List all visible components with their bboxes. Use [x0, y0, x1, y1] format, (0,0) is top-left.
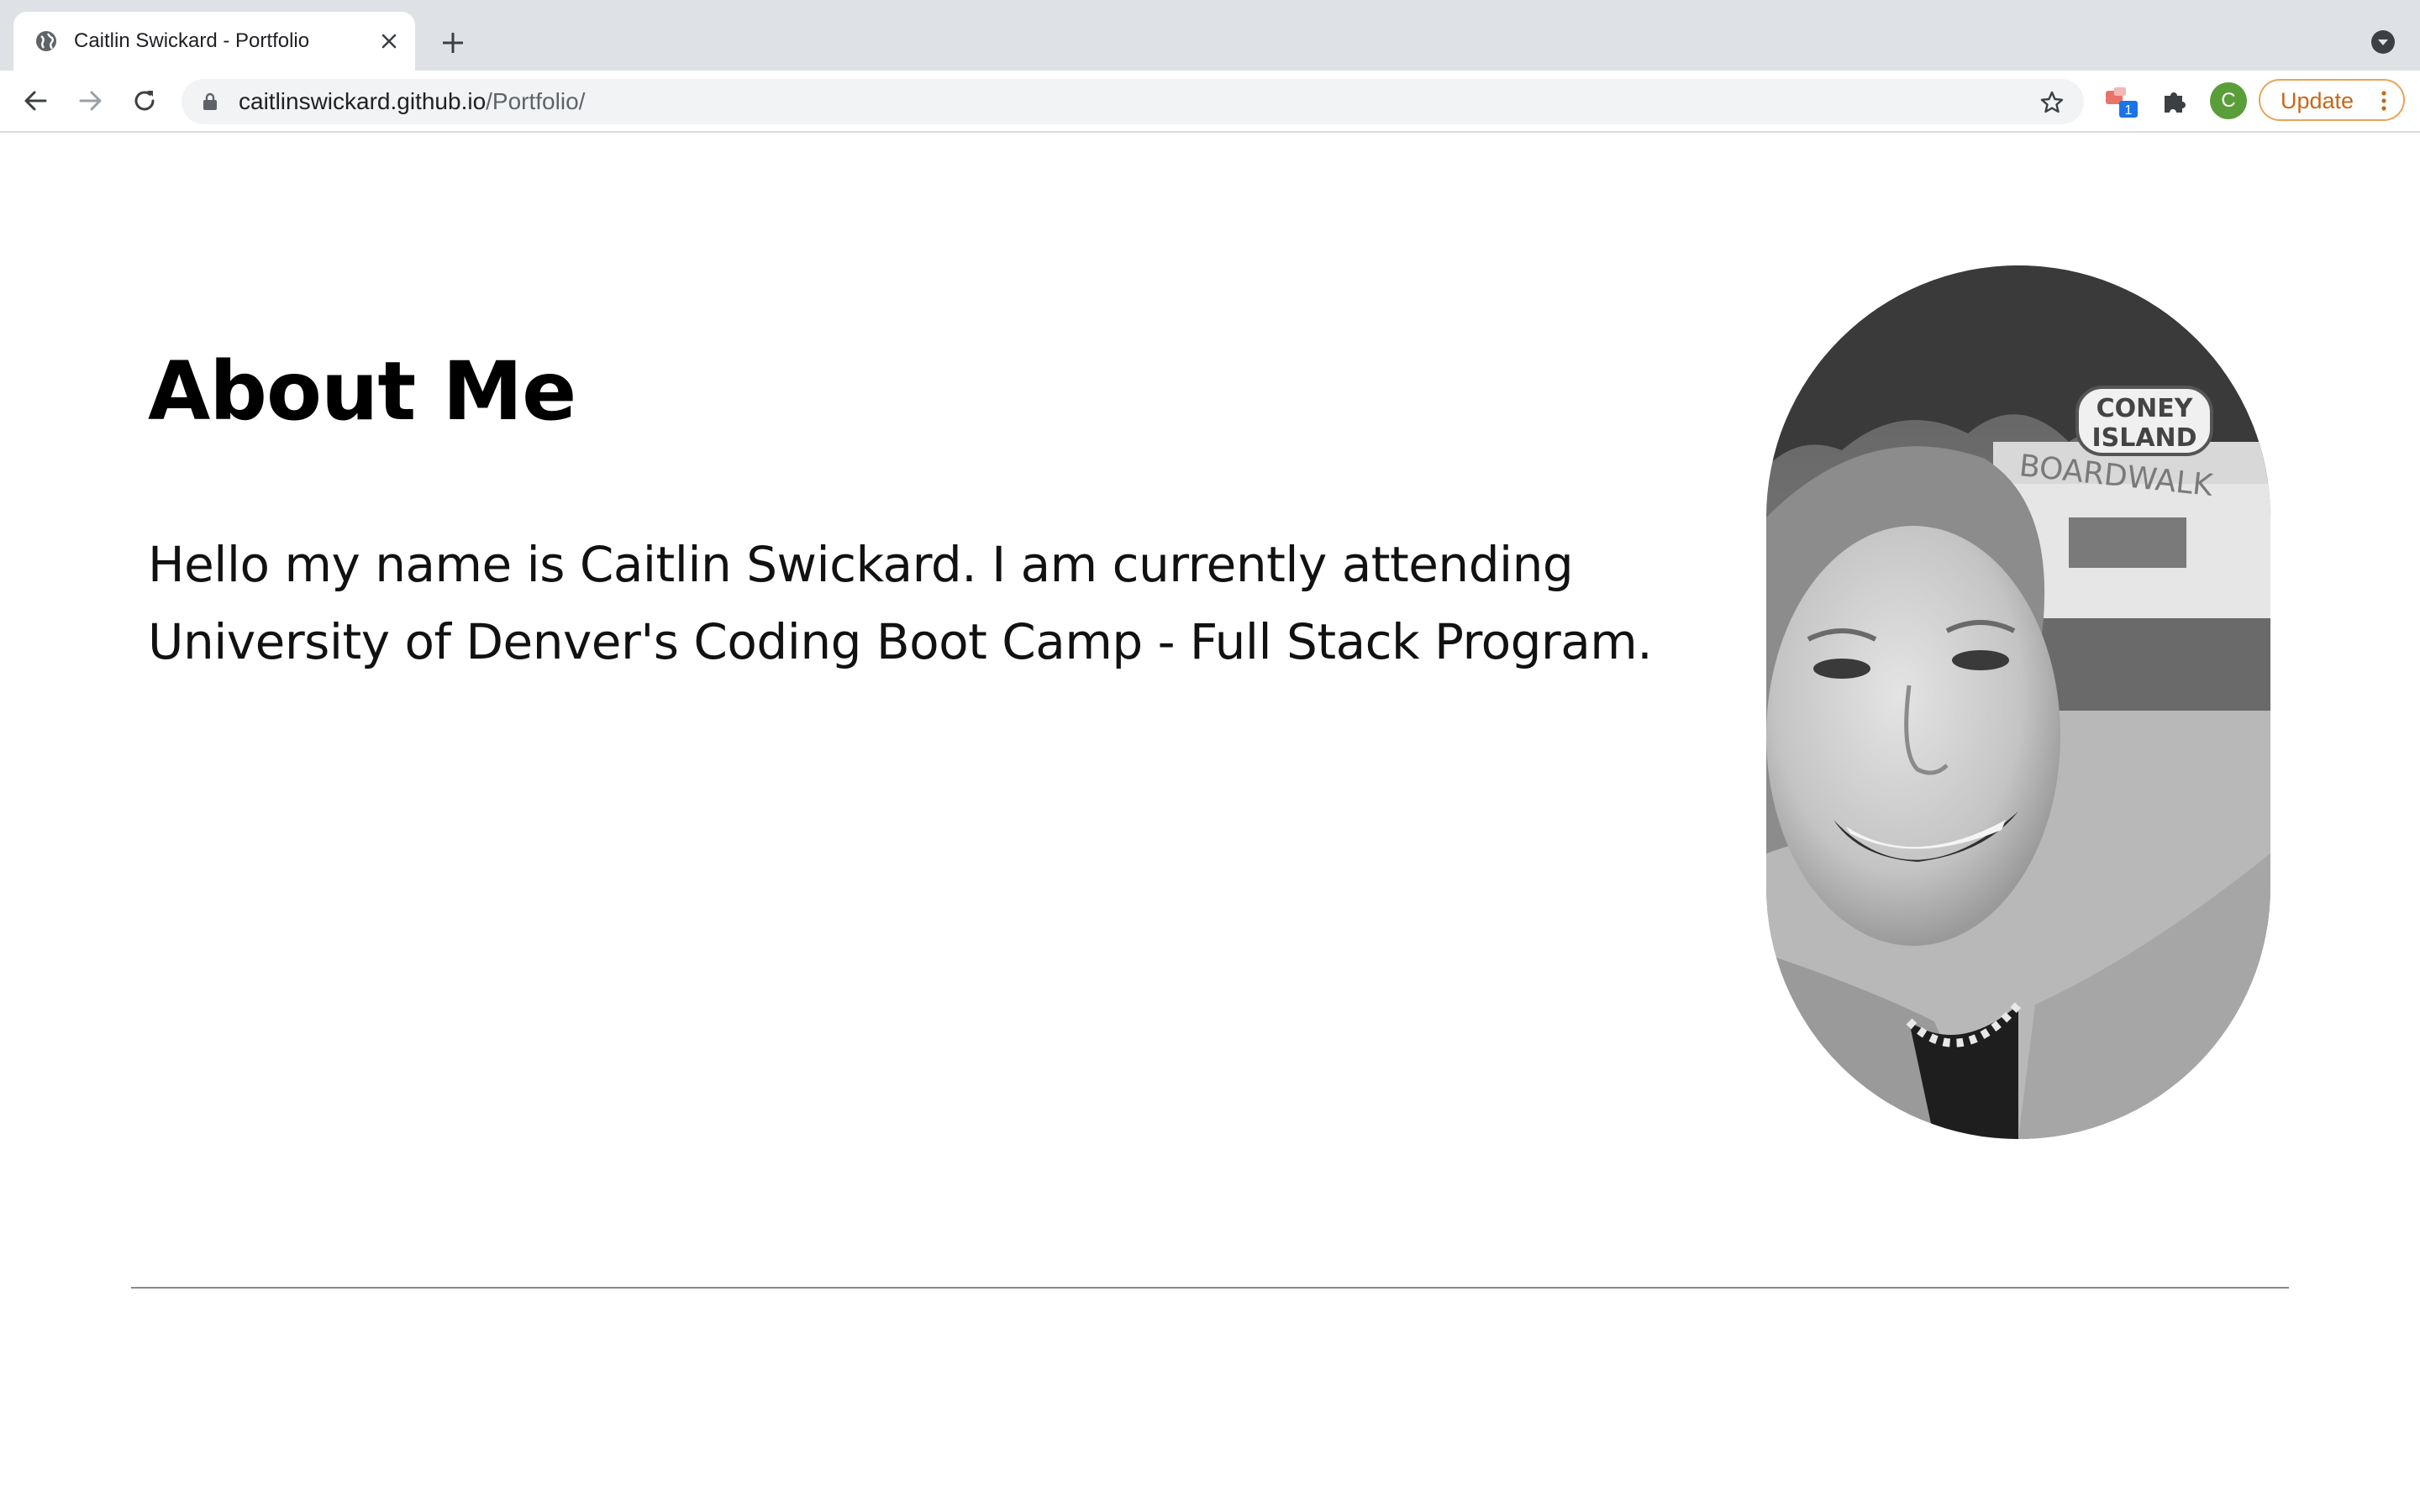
close-tab-icon[interactable]: [376, 29, 402, 54]
bookmark-star-icon[interactable]: [2039, 89, 2065, 116]
reload-icon[interactable]: [129, 86, 160, 116]
kebab-menu-icon[interactable]: [2378, 89, 2390, 113]
address-bar[interactable]: caitlinswickard.github.io/Portfolio/: [182, 79, 2084, 124]
url-host: caitlinswickard.github.io: [239, 88, 487, 114]
bio-paragraph: Hello my name is Caitlin Swickard. I am …: [148, 536, 1653, 670]
page-content: About Me Hello my name is Caitlin Swicka…: [0, 133, 2420, 1512]
url-path: /Portfolio/: [486, 88, 586, 114]
tab-search-icon[interactable]: [2370, 29, 2396, 55]
sign-text-coney: CONEY: [2096, 394, 2194, 423]
browser-tab[interactable]: Caitlin Swickard - Portfolio: [13, 12, 415, 71]
profile-photo: CONEY ISLAND BOARDWALK: [1766, 265, 2270, 1139]
page-title: About Me: [148, 344, 576, 438]
update-button[interactable]: Update: [2259, 79, 2405, 121]
profile-avatar[interactable]: C: [2210, 82, 2247, 119]
translate-extension-icon[interactable]: 1: [2104, 86, 2143, 119]
browser-tabstrip: Caitlin Swickard - Portfolio: [0, 0, 2420, 71]
globe-icon: [36, 31, 56, 51]
lock-icon[interactable]: [200, 92, 220, 112]
sign-text-island: ISLAND: [2091, 423, 2196, 453]
translate-icon: 1: [2106, 87, 2138, 118]
forward-arrow-icon[interactable]: [76, 86, 106, 116]
back-arrow-icon[interactable]: [20, 86, 50, 116]
extension-badge: 1: [2125, 103, 2133, 118]
portrait-illustration: CONEY ISLAND BOARDWALK: [1766, 265, 2270, 1139]
extensions-puzzle-icon[interactable]: [2160, 86, 2190, 116]
update-label: Update: [2281, 88, 2354, 113]
new-tab-icon[interactable]: [439, 29, 467, 57]
tab-title: Caitlin Swickard - Portfolio: [74, 29, 310, 52]
browser-toolbar: caitlinswickard.github.io/Portfolio/ 1 C…: [0, 71, 2420, 133]
url-text[interactable]: caitlinswickard.github.io/Portfolio/: [239, 89, 585, 114]
section-divider: [131, 1287, 2289, 1289]
